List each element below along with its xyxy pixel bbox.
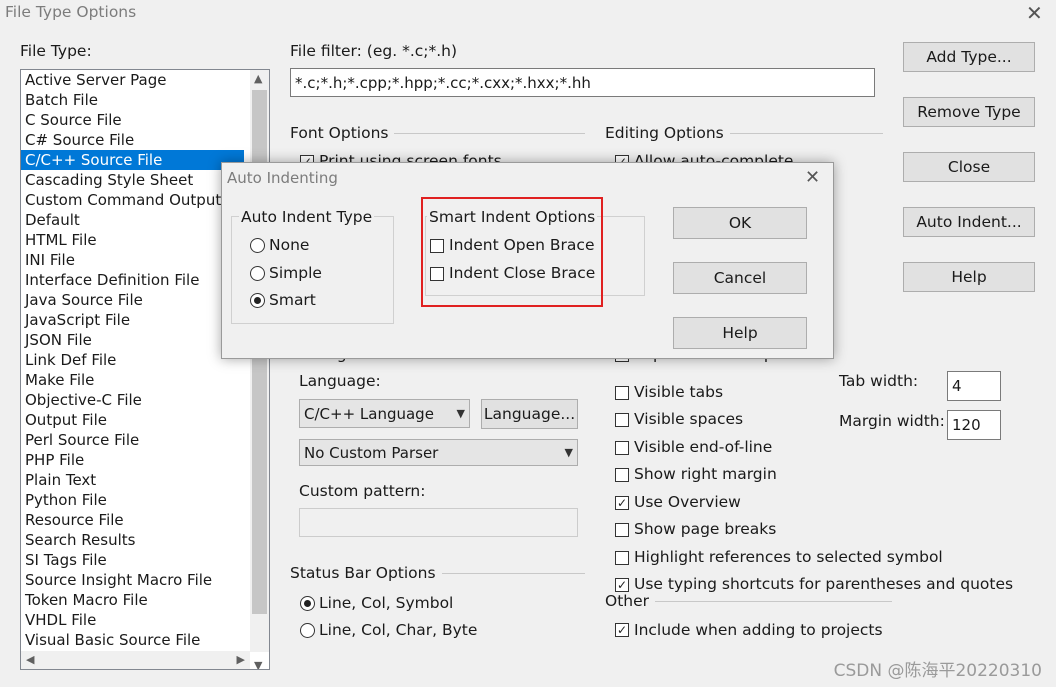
editing-checkbox[interactable]: ✓: [615, 496, 629, 510]
dialog-help-button[interactable]: Help: [673, 317, 807, 349]
file-type-label: File Type:: [20, 42, 92, 60]
file-type-item[interactable]: Plain Text: [21, 470, 269, 490]
list-horizontal-scrollbar[interactable]: ◀ ▶: [21, 651, 250, 669]
editing-options-label: Editing Options: [605, 124, 730, 142]
dialog-close-icon[interactable]: ✕: [805, 168, 820, 188]
highlight-box: [421, 197, 603, 307]
window-close-icon[interactable]: ✕: [1026, 3, 1043, 23]
file-type-item[interactable]: C/C++ Source File: [21, 150, 244, 170]
editing-checkbox[interactable]: [615, 468, 629, 482]
scroll-left-icon[interactable]: ◀: [26, 653, 34, 666]
scroll-up-icon[interactable]: ▲: [254, 72, 262, 85]
list-vertical-scrollbar[interactable]: ▲ ▼: [250, 70, 269, 669]
file-type-item[interactable]: Token Macro File: [21, 590, 269, 610]
status-opt2-label: Line, Col, Char, Byte: [319, 621, 478, 639]
status-opt2-radio[interactable]: [300, 623, 315, 638]
file-type-item[interactable]: Make File: [21, 370, 269, 390]
file-type-item[interactable]: Visual Basic Source File: [21, 630, 269, 650]
scroll-right-icon[interactable]: ▶: [237, 653, 245, 666]
margin-width-input[interactable]: 120: [947, 410, 1001, 440]
editing-checkbox-label: Use Overview: [634, 493, 741, 511]
indent-smart-radio[interactable]: [250, 293, 265, 308]
file-type-item[interactable]: C# Source File: [21, 130, 269, 150]
file-filter-input[interactable]: *.c;*.h;*.cpp;*.hpp;*.cc;*.cxx;*.hxx;*.h…: [290, 68, 875, 97]
language-label: Language:: [299, 372, 381, 390]
editing-checkbox-label: Visible spaces: [634, 410, 744, 428]
tab-width-label: Tab width:: [839, 372, 919, 390]
window-title: File Type Options: [5, 3, 137, 21]
auto-indent-button[interactable]: Auto Indent...: [903, 207, 1035, 237]
file-type-item[interactable]: SI Tags File: [21, 550, 269, 570]
file-type-list[interactable]: Active Server Page Batch File C Source Fil…: [20, 69, 270, 670]
editing-checkbox[interactable]: [615, 523, 629, 537]
close-button[interactable]: Close: [903, 152, 1035, 182]
file-type-item[interactable]: Python File: [21, 490, 269, 510]
indent-none-label: None: [269, 236, 310, 254]
parser-select-value: No Custom Parser: [304, 443, 439, 462]
language-select-value: C/C++ Language: [304, 404, 434, 423]
file-type-item[interactable]: Active Server Page: [21, 70, 269, 90]
editing-checkbox-label: Show right margin: [634, 465, 777, 483]
add-type-button[interactable]: Add Type...: [903, 42, 1035, 72]
parser-select[interactable]: No Custom Parser ▼: [299, 439, 578, 466]
indent-simple-radio[interactable]: [250, 266, 265, 281]
custom-pattern-label: Custom pattern:: [299, 482, 426, 500]
dialog-title: Auto Indenting: [227, 169, 338, 187]
chevron-down-icon: ▼: [564, 446, 573, 459]
file-type-item[interactable]: Objective-C File: [21, 390, 269, 410]
include-projects-label: Include when adding to projects: [634, 621, 883, 639]
status-opt1-label: Line, Col, Symbol: [319, 594, 454, 612]
file-type-item[interactable]: Source Insight Macro File: [21, 570, 269, 590]
custom-pattern-input[interactable]: [299, 508, 578, 537]
file-type-item[interactable]: Search Results: [21, 530, 269, 550]
include-projects-checkbox[interactable]: ✓: [615, 623, 629, 637]
file-type-item[interactable]: Perl Source File: [21, 430, 269, 450]
editing-checkbox[interactable]: [615, 441, 629, 455]
remove-type-button[interactable]: Remove Type: [903, 97, 1035, 127]
watermark: CSDN @陈海平20220310: [833, 661, 1042, 681]
file-type-item[interactable]: Resource File: [21, 510, 269, 530]
auto-indenting-dialog: Auto Indenting ✕ Auto Indent Type None S…: [221, 162, 834, 359]
indent-simple-label: Simple: [269, 264, 322, 282]
language-button[interactable]: Language...: [481, 399, 578, 429]
status-bar-options-label: Status Bar Options: [290, 564, 442, 582]
file-type-item[interactable]: PHP File: [21, 450, 269, 470]
editing-checkbox[interactable]: [615, 386, 629, 400]
language-select[interactable]: C/C++ Language ▼: [299, 399, 470, 428]
file-type-item[interactable]: Output File: [21, 410, 269, 430]
editing-checkbox[interactable]: [615, 413, 629, 427]
editing-checkbox-label: Use typing shortcuts for parentheses and…: [634, 575, 1014, 593]
chevron-down-icon: ▼: [456, 407, 465, 420]
auto-indent-type-label: Auto Indent Type: [239, 208, 375, 226]
dialog-cancel-button[interactable]: Cancel: [673, 262, 807, 294]
file-filter-label: File filter: (eg. *.c;*.h): [290, 42, 458, 60]
status-opt1-radio[interactable]: [300, 596, 315, 611]
font-options-label: Font Options: [290, 124, 395, 142]
file-type-items: Active Server Page Batch File C Source Fil…: [21, 70, 269, 650]
dialog-ok-button[interactable]: OK: [673, 207, 807, 239]
indent-none-radio[interactable]: [250, 238, 265, 253]
tab-width-input[interactable]: 4: [947, 371, 1001, 401]
editing-checkbox-label: Visible tabs: [634, 383, 724, 401]
file-type-item[interactable]: VHDL File: [21, 610, 269, 630]
other-label: Other: [605, 592, 656, 610]
margin-width-label: Margin width:: [839, 412, 945, 430]
editing-checkbox[interactable]: ✓: [615, 578, 629, 592]
file-type-item[interactable]: Batch File: [21, 90, 269, 110]
editing-checkbox-label: Show page breaks: [634, 520, 777, 538]
editing-checkbox[interactable]: [615, 551, 629, 565]
editing-checkbox-label: Visible end-of-line: [634, 438, 773, 456]
indent-smart-label: Smart: [269, 291, 316, 309]
help-button[interactable]: Help: [903, 262, 1035, 292]
scroll-down-icon[interactable]: ▼: [254, 659, 262, 669]
editing-checkbox-label: Highlight references to selected symbol: [634, 548, 943, 566]
file-type-item[interactable]: C Source File: [21, 110, 269, 130]
